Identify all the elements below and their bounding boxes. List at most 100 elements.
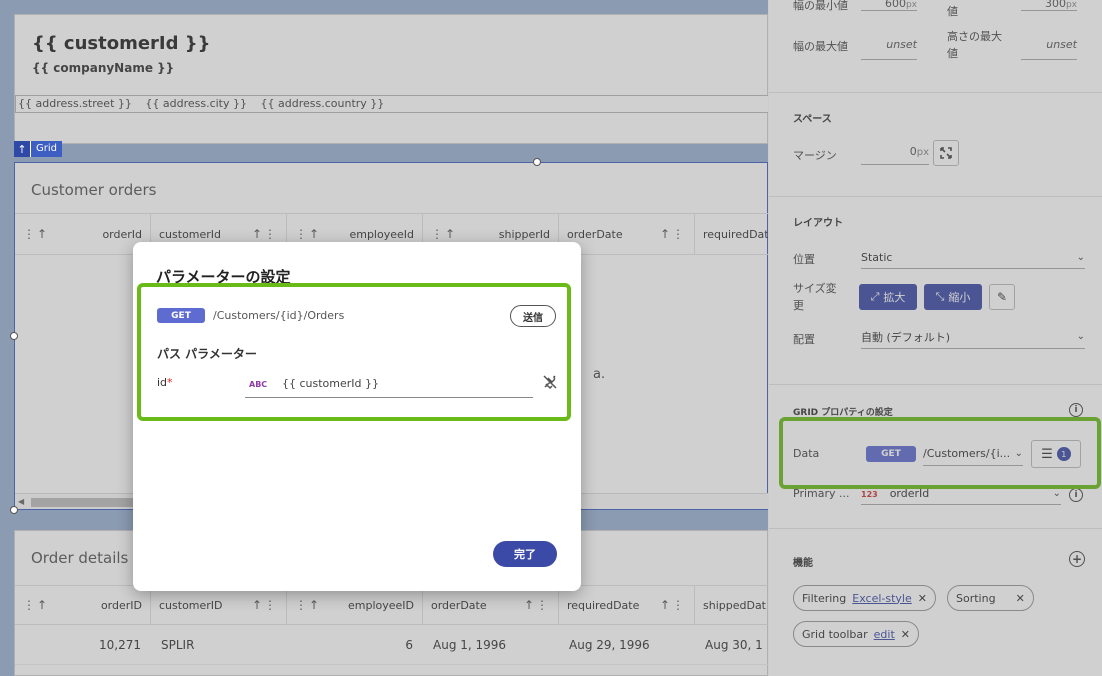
- cell-order-id: 10,271: [99, 637, 141, 652]
- max-height-input[interactable]: unset: [1021, 38, 1077, 60]
- sliders-icon: ☰: [1041, 446, 1053, 462]
- position-select[interactable]: Static ⌄: [861, 247, 1085, 269]
- column-menu-icon[interactable]: ⋮↑: [431, 227, 457, 241]
- toolbar-edit-link[interactable]: edit: [874, 628, 895, 641]
- column-header[interactable]: ⋮↑ orderID: [15, 586, 151, 624]
- remove-toolbar-icon[interactable]: ✕: [901, 628, 910, 641]
- primary-info-icon[interactable]: i: [1069, 488, 1083, 502]
- edit-size-button[interactable]: ✎: [989, 284, 1015, 310]
- customer-orders-title: Customer orders: [31, 181, 157, 199]
- data-source-select[interactable]: /Customers/{i... ⌄: [923, 442, 1023, 466]
- column-menu-icon[interactable]: ↑⋮: [252, 227, 278, 241]
- table-row[interactable]: 10,271 SPLIR 6 Aug 1, 1996 Aug 29, 1996 …: [15, 625, 769, 665]
- grid-properties-heading: GRID プロパティの設定: [793, 408, 893, 418]
- param-value-field[interactable]: ABC {{ customerId }}: [245, 370, 533, 398]
- parameter-settings-dialog: パラメーターの設定 GET /Customers/{id}/Orders 送信 …: [133, 242, 581, 591]
- shrink-button[interactable]: ⤡ 縮小: [924, 284, 982, 310]
- required-mark: *: [167, 376, 173, 389]
- column-menu-icon[interactable]: ⋮↑: [23, 227, 49, 241]
- cell-required-date: Aug 29, 1996: [569, 637, 650, 652]
- column-header[interactable]: customerID ↑⋮: [151, 586, 287, 624]
- order-details-title: Order details: [31, 549, 129, 567]
- position-value: Static: [861, 251, 893, 264]
- expand-button[interactable]: ⤢ 拡大: [859, 284, 917, 310]
- cell-order-date: Aug 1, 1996: [433, 637, 507, 652]
- column-header[interactable]: orderDate ↑⋮: [423, 586, 559, 624]
- cell-employee-id: 6: [405, 637, 413, 652]
- column-label: shippedDat: [703, 598, 766, 612]
- column-menu-icon[interactable]: ↑⋮: [524, 598, 550, 612]
- chevron-down-icon: ⌄: [1076, 252, 1085, 263]
- sorting-label: Sorting: [956, 591, 996, 605]
- primary-key-select[interactable]: 123 orderId ⌄: [861, 483, 1061, 505]
- margin-link-button[interactable]: [933, 140, 959, 166]
- column-menu-icon[interactable]: ↑⋮: [660, 227, 686, 241]
- margin-input[interactable]: 0px: [861, 145, 929, 165]
- column-menu-icon[interactable]: ⋮↑: [295, 598, 321, 612]
- min-height-value: 300: [1044, 0, 1066, 10]
- column-menu-icon[interactable]: ⋮↑: [23, 598, 49, 612]
- cell-shipped-date: Aug 30, 1: [705, 637, 763, 652]
- column-header[interactable]: requiredDate ↑⋮: [559, 586, 695, 624]
- column-menu-icon[interactable]: ↑⋮: [660, 598, 686, 612]
- column-label: shipperId: [498, 227, 550, 241]
- address-city: {{ address.city }}: [145, 97, 248, 110]
- number-type-icon: 123: [861, 490, 878, 499]
- column-menu-icon[interactable]: ↑⋮: [252, 598, 278, 612]
- min-height-label: 値: [947, 5, 958, 18]
- parameters-button[interactable]: ☰ 1: [1031, 440, 1081, 468]
- margin-unit: px: [916, 147, 929, 158]
- column-label: orderDate: [567, 227, 623, 241]
- chevron-down-icon: ⌄: [1076, 331, 1085, 342]
- chevron-down-icon: ⌄: [1052, 488, 1061, 499]
- column-header[interactable]: ⋮↑ orderId: [15, 214, 151, 254]
- customer-card[interactable]: {{ customerId }} {{ companyName }}: [14, 14, 768, 144]
- select-parent-icon[interactable]: ↑: [14, 141, 30, 157]
- param-name: id: [157, 376, 168, 389]
- edit-icon: ✎: [996, 290, 1008, 304]
- param-value: {{ customerId }}: [282, 377, 380, 390]
- address-row[interactable]: {{ address.street }} {{ address.city }} …: [15, 95, 769, 113]
- filtering-chip[interactable]: Filtering Excel-style ✕: [793, 585, 936, 611]
- done-button[interactable]: 完了: [493, 541, 557, 567]
- alignment-select[interactable]: 自動 (デフォルト) ⌄: [861, 325, 1085, 349]
- unbind-icon[interactable]: [541, 373, 559, 391]
- remove-filtering-icon[interactable]: ✕: [918, 592, 927, 605]
- info-icon[interactable]: i: [1069, 403, 1083, 417]
- column-label: customerId: [159, 227, 222, 241]
- column-menu-icon[interactable]: ⋮↑: [295, 227, 321, 241]
- column-label: orderID: [100, 598, 142, 612]
- data-method-badge: GET: [866, 446, 916, 462]
- order-details-header: ⋮↑ orderID customerID ↑⋮ ⋮↑ employeeID orde…: [15, 585, 769, 625]
- column-label: employeeId: [349, 227, 414, 241]
- remove-sorting-icon[interactable]: ✕: [1016, 592, 1025, 605]
- sorting-chip[interactable]: Sorting ✕: [947, 585, 1034, 611]
- min-width-input[interactable]: 600px: [861, 0, 917, 11]
- filtering-label: Filtering: [802, 591, 847, 605]
- max-width-input[interactable]: unset: [861, 38, 917, 60]
- grid-properties-section: GRID プロパティの設定 i Data GET /Customers/{i..…: [769, 384, 1102, 522]
- layout-section: レイアウト 位置 Static ⌄ サイズ変更 ⤢ 拡大 ⤡ 縮小 ✎ 配置 自動 (…: [769, 196, 1102, 384]
- min-height-unit: px: [1065, 0, 1077, 10]
- grid-toolbar-chip[interactable]: Grid toolbar edit ✕: [793, 621, 919, 647]
- scroll-left-icon[interactable]: ◀: [18, 497, 24, 506]
- max-height-label: 高さの最大値: [947, 30, 1002, 60]
- alignment-label: 配置: [793, 333, 815, 346]
- param-label: id*: [157, 376, 173, 389]
- column-header[interactable]: shippedDat: [695, 586, 773, 624]
- resize-handle-left[interactable]: [10, 332, 18, 340]
- resize-handle-top[interactable]: [533, 158, 541, 166]
- column-label: requiredDate: [567, 598, 640, 612]
- grid-selection-tag[interactable]: ↑ Grid: [14, 141, 62, 157]
- resize-handle-bottom-left[interactable]: [10, 506, 18, 514]
- column-header[interactable]: requiredDat: [695, 214, 773, 254]
- add-feature-icon[interactable]: +: [1069, 551, 1085, 567]
- properties-panel: 幅の最小値 600px 値 300px 幅の最大値 unset 高さの最大値 u…: [768, 0, 1102, 676]
- min-height-input[interactable]: 300px: [1021, 0, 1077, 11]
- toolbar-label: Grid toolbar: [802, 627, 868, 641]
- primary-key-field: 123 orderId: [861, 487, 929, 500]
- column-header[interactable]: ⋮↑ employeeID: [287, 586, 423, 624]
- send-button[interactable]: 送信: [510, 305, 556, 327]
- http-method-badge: GET: [157, 308, 205, 323]
- filtering-mode-link[interactable]: Excel-style: [852, 592, 912, 605]
